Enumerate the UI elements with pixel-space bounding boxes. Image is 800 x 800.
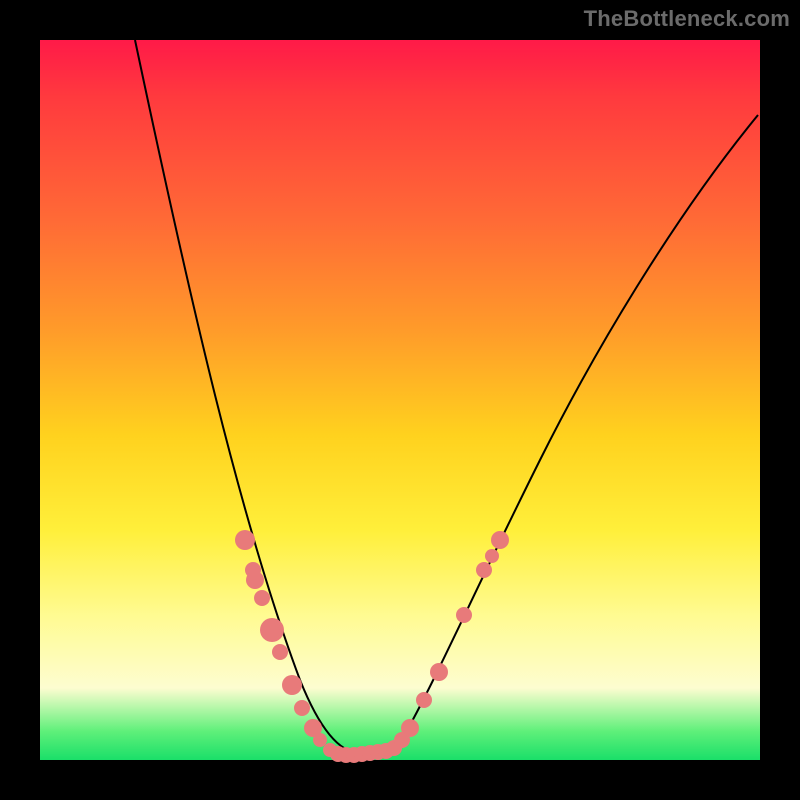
marker-dot (476, 562, 492, 578)
watermark-text: TheBottleneck.com (584, 6, 790, 32)
marker-dot (260, 618, 284, 642)
marker-dot (254, 590, 270, 606)
chart-frame: TheBottleneck.com (0, 0, 800, 800)
marker-dot (272, 644, 288, 660)
marker-dot (246, 571, 264, 589)
marker-dot (282, 675, 302, 695)
plot-area (40, 40, 760, 760)
marker-dot (491, 531, 509, 549)
marker-dot (485, 549, 499, 563)
marker-dot (313, 733, 327, 747)
marker-dot (430, 663, 448, 681)
marker-dot (456, 607, 472, 623)
marker-dot (235, 530, 255, 550)
marker-dot (294, 700, 310, 716)
marker-dot (416, 692, 432, 708)
marker-dot (401, 719, 419, 737)
chart-svg (40, 40, 760, 760)
bottleneck-curve (135, 40, 758, 753)
